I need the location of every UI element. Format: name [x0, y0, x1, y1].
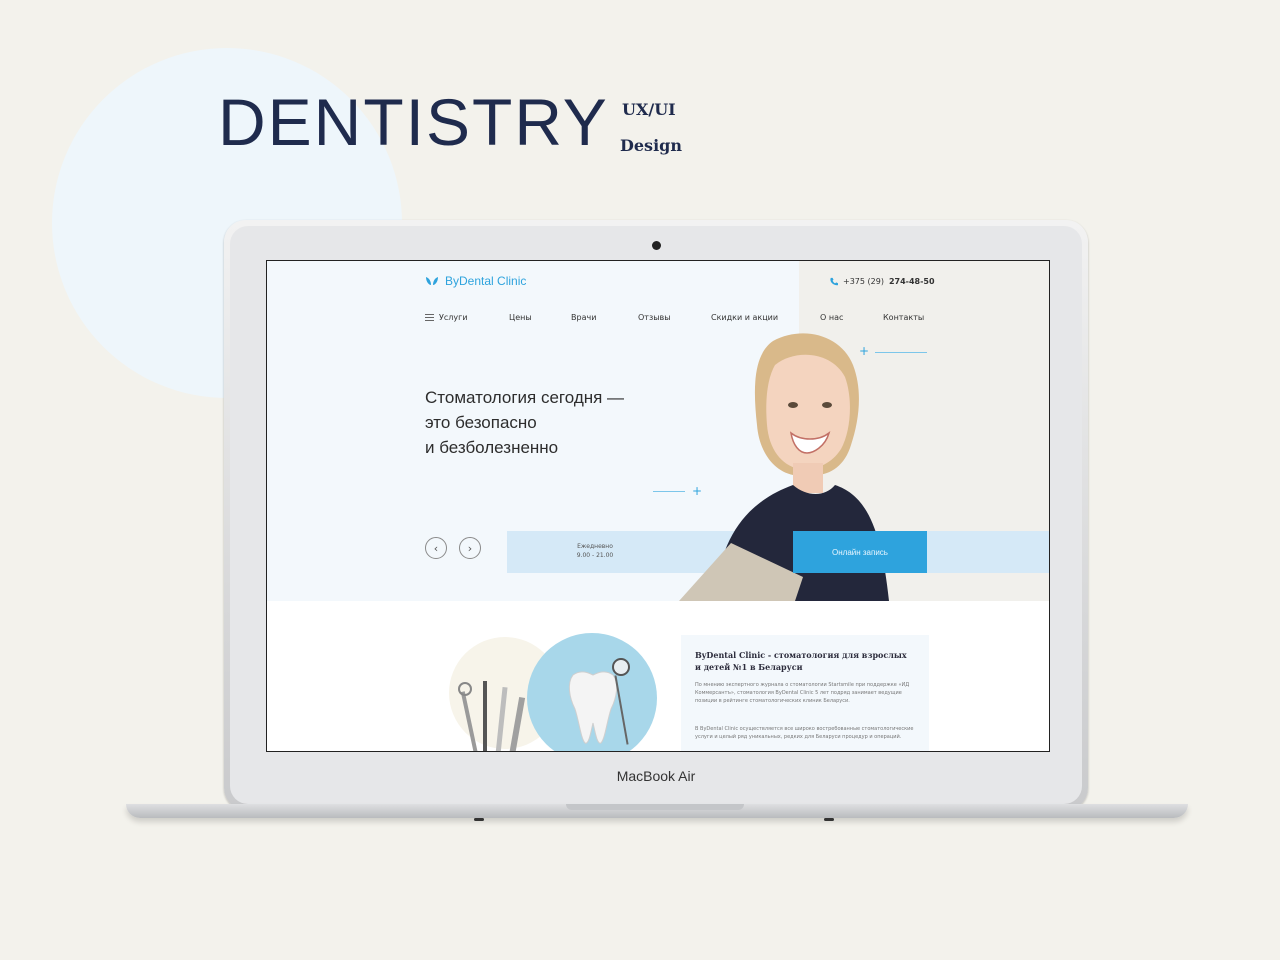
hero-headline: Стоматология сегодня — это безопасно и б…	[425, 385, 685, 460]
opening-hours: Ежедневно 9.00 - 21.00	[547, 542, 643, 560]
phone-icon	[830, 277, 838, 286]
camera-icon	[652, 241, 661, 250]
hours-value: 9.00 - 21.00	[576, 552, 614, 559]
slider-next-button[interactable]: ›	[459, 537, 481, 559]
about-title: ByDental Clinic - стоматология для взрос…	[695, 650, 907, 672]
phone-prefix: +375 (29)	[843, 277, 884, 286]
laptop-foot	[474, 818, 484, 821]
tooth-leaf-icon	[426, 277, 438, 285]
website-screen: ByDental Clinic +375 (29) 274-48-50 Услу…	[266, 260, 1050, 752]
laptop-notch	[566, 804, 744, 810]
dental-instruments-image	[458, 681, 526, 751]
dental-mirror-image	[612, 658, 630, 745]
about-paragraph-2: В ByDental Clinic осуществляется все шир…	[695, 726, 914, 740]
chevron-left-icon: ‹	[433, 541, 439, 555]
hero-line-3: и безболезненно	[425, 438, 559, 457]
device-label: MacBook Air	[616, 768, 696, 784]
online-booking-button[interactable]: Онлайн запись	[793, 531, 927, 573]
phone-number: 274-48-50	[888, 277, 935, 286]
nav-item-about[interactable]: О нас	[820, 313, 843, 322]
nav-item-discounts[interactable]: Скидки и акции	[711, 313, 778, 322]
nav-item-contacts[interactable]: Контакты	[883, 313, 924, 322]
showcase-title: DENTISTRY	[218, 85, 609, 159]
nav-item-reviews[interactable]: Отзывы	[638, 313, 671, 322]
slider-prev-button[interactable]: ‹	[425, 537, 447, 559]
hours-label: Ежедневно	[577, 543, 613, 550]
showcase-tag-uxui: UX/UI	[622, 100, 676, 119]
nav-item-doctors[interactable]: Врачи	[571, 313, 596, 322]
laptop-foot	[824, 818, 834, 821]
nav-item-services[interactable]: Услуги	[425, 313, 468, 322]
hero-line-1: Стоматология сегодня —	[425, 388, 625, 407]
chevron-right-icon: ›	[467, 541, 473, 555]
showcase-tag-design: Design	[620, 136, 682, 155]
phone-contact[interactable]: +375 (29) 274-48-50	[829, 277, 935, 286]
brand-name: ByDental Clinic	[445, 274, 527, 288]
site-logo[interactable]: ByDental Clinic	[425, 274, 526, 288]
menu-icon	[425, 314, 434, 321]
nav-item-prices[interactable]: Цены	[509, 313, 532, 322]
hero-line-2: это безопасно	[425, 413, 537, 432]
about-paragraph-1: По мнению экспертного журнала о стоматол…	[695, 682, 910, 704]
about-section	[267, 601, 1049, 751]
